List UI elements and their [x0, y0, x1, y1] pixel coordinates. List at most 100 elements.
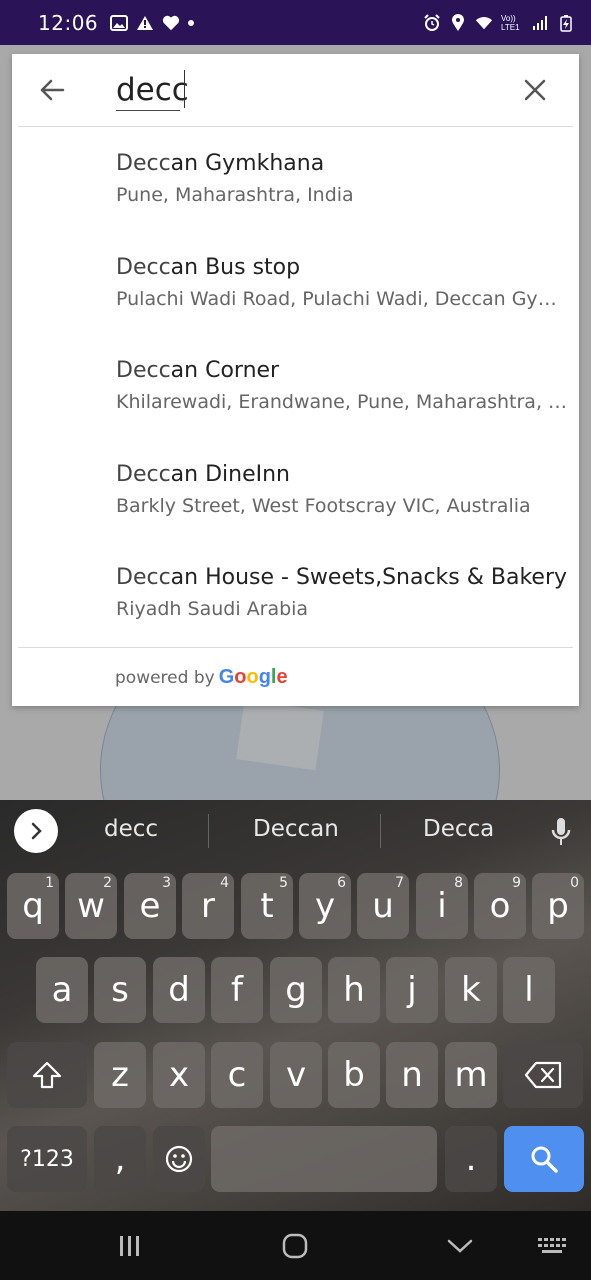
key-x[interactable]: x — [153, 1042, 205, 1108]
result-title: Deccan House - Sweets,Snacks & Bakery — [116, 565, 579, 590]
result-subtitle: Pulachi Wadi Road, Pulachi Wadi, Deccan … — [116, 287, 571, 310]
backspace-icon — [524, 1061, 562, 1089]
key-r[interactable]: r4 — [182, 873, 234, 939]
result-title-match: Decc — [116, 461, 171, 487]
attribution-row: powered by Google — [18, 647, 573, 706]
signal-icon — [531, 14, 549, 32]
suggestion-2[interactable]: Deccan — [253, 816, 339, 842]
suggestion-3[interactable]: Decca — [423, 816, 494, 842]
expand-toolbar-button[interactable] — [14, 809, 58, 853]
recent-apps-button[interactable] — [110, 1229, 150, 1263]
key-l[interactable]: l — [503, 957, 555, 1023]
key-d[interactable]: d — [153, 957, 205, 1023]
search-bar — [18, 54, 573, 127]
key-y[interactable]: y6 — [299, 873, 351, 939]
backspace-key[interactable] — [503, 1042, 583, 1108]
network-label: Vo)) LTE1 — [501, 13, 520, 32]
powered-by-text: powered by Google — [115, 666, 288, 689]
google-logo: Google — [218, 666, 288, 688]
key-q[interactable]: q1 — [7, 873, 59, 939]
emoji-key[interactable] — [153, 1126, 205, 1192]
microphone-icon — [551, 818, 571, 845]
result-item[interactable]: Deccan DineInn Barkly Street, West Foots… — [12, 438, 579, 542]
key-f[interactable]: f — [211, 957, 263, 1023]
key-s[interactable]: s — [94, 957, 146, 1023]
wifi-icon — [475, 14, 493, 32]
chevron-right-icon — [31, 822, 42, 840]
location-icon — [449, 13, 467, 32]
search-icon — [531, 1146, 558, 1173]
key-j[interactable]: j — [386, 957, 438, 1023]
result-subtitle: Barkly Street, West Footscray VIC, Austr… — [116, 494, 531, 517]
key-k[interactable]: k — [445, 957, 497, 1023]
status-time: 12:06 — [38, 10, 99, 35]
microphone-button[interactable] — [547, 814, 575, 850]
result-item[interactable]: Deccan Bus stop Pulachi Wadi Road, Pulac… — [12, 231, 579, 335]
key-v[interactable]: v — [270, 1042, 322, 1108]
space-key[interactable] — [211, 1126, 437, 1192]
result-title: Deccan Bus stop — [116, 255, 579, 280]
health-heart-icon — [162, 14, 180, 32]
keyboard-switch-button[interactable] — [532, 1229, 572, 1263]
key-c[interactable]: c — [211, 1042, 263, 1108]
notification-dot-icon — [188, 19, 195, 26]
back-button[interactable] — [34, 72, 70, 108]
key-w[interactable]: w2 — [65, 873, 117, 939]
key-g[interactable]: g — [270, 957, 322, 1023]
powered-by-label: powered by — [115, 668, 215, 688]
result-title: Deccan Corner — [116, 358, 579, 383]
chevron-down-icon — [447, 1239, 473, 1253]
key-p[interactable]: p0 — [532, 873, 584, 939]
key-h[interactable]: h — [328, 957, 380, 1023]
key-n[interactable]: n — [386, 1042, 438, 1108]
result-item[interactable]: Deccan Gymkhana Pune, Maharashtra, India — [12, 127, 579, 231]
input-underline — [116, 110, 180, 111]
result-item[interactable]: Deccan House - Sweets,Snacks & Bakery Ri… — [12, 541, 579, 645]
key-e[interactable]: e3 — [124, 873, 176, 939]
result-title: Deccan Gymkhana — [116, 151, 579, 176]
result-subtitle: Riyadh Saudi Arabia — [116, 598, 309, 620]
key-b[interactable]: b — [328, 1042, 380, 1108]
gallery-icon — [110, 14, 129, 32]
arrow-left-icon — [40, 79, 65, 101]
key-i[interactable]: i8 — [416, 873, 468, 939]
alarm-icon — [423, 13, 441, 32]
search-input[interactable] — [116, 68, 496, 112]
home-icon — [282, 1233, 308, 1259]
soft-keyboard: decc Deccan Decca q1 w2 e3 r4 t5 y6 u7 i… — [0, 800, 591, 1211]
key-o[interactable]: o9 — [474, 873, 526, 939]
result-title-rest: an DineInn — [170, 461, 290, 487]
text-cursor — [184, 70, 185, 108]
recent-apps-icon — [120, 1236, 139, 1256]
shift-icon — [32, 1061, 62, 1089]
warning-icon — [136, 14, 154, 32]
results-list: Deccan Gymkhana Pune, Maharashtra, India… — [12, 127, 579, 645]
key-m[interactable]: m — [445, 1042, 497, 1108]
result-title-match: Decc — [116, 358, 171, 383]
result-title-rest: an Bus stop — [170, 254, 301, 280]
symbols-key[interactable]: ?123 — [7, 1126, 87, 1192]
comma-key[interactable]: , — [94, 1126, 146, 1192]
suggestion-1[interactable]: decc — [104, 816, 158, 842]
suggestion-bar: decc Deccan Decca — [0, 800, 591, 864]
battery-charging-icon — [557, 14, 575, 32]
key-t[interactable]: t5 — [241, 873, 293, 939]
status-bar: 12:06 Vo)) LTE1 — [0, 0, 591, 45]
hide-keyboard-button[interactable] — [440, 1229, 480, 1263]
period-key[interactable]: . — [445, 1126, 497, 1192]
result-subtitle: Pune, Maharashtra, India — [116, 184, 354, 206]
result-title-rest: an Gymkhana — [170, 151, 325, 176]
result-title: Deccan DineInn — [116, 462, 579, 487]
clear-button[interactable] — [517, 72, 553, 108]
key-a[interactable]: a — [36, 957, 88, 1023]
key-z[interactable]: z — [94, 1042, 146, 1108]
shift-key[interactable] — [7, 1042, 87, 1108]
result-item[interactable]: Deccan Corner Khilarewadi, Erandwane, Pu… — [12, 334, 579, 438]
home-button[interactable] — [275, 1229, 315, 1263]
result-title-match: Decc — [116, 254, 171, 280]
result-title-rest: an House - Sweets,Snacks & Bakery — [170, 565, 568, 590]
navigation-bar — [0, 1211, 591, 1280]
result-subtitle: Khilarewadi, Erandwane, Pune, Maharashtr… — [116, 391, 571, 413]
key-u[interactable]: u7 — [357, 873, 409, 939]
search-action-key[interactable] — [504, 1126, 584, 1192]
